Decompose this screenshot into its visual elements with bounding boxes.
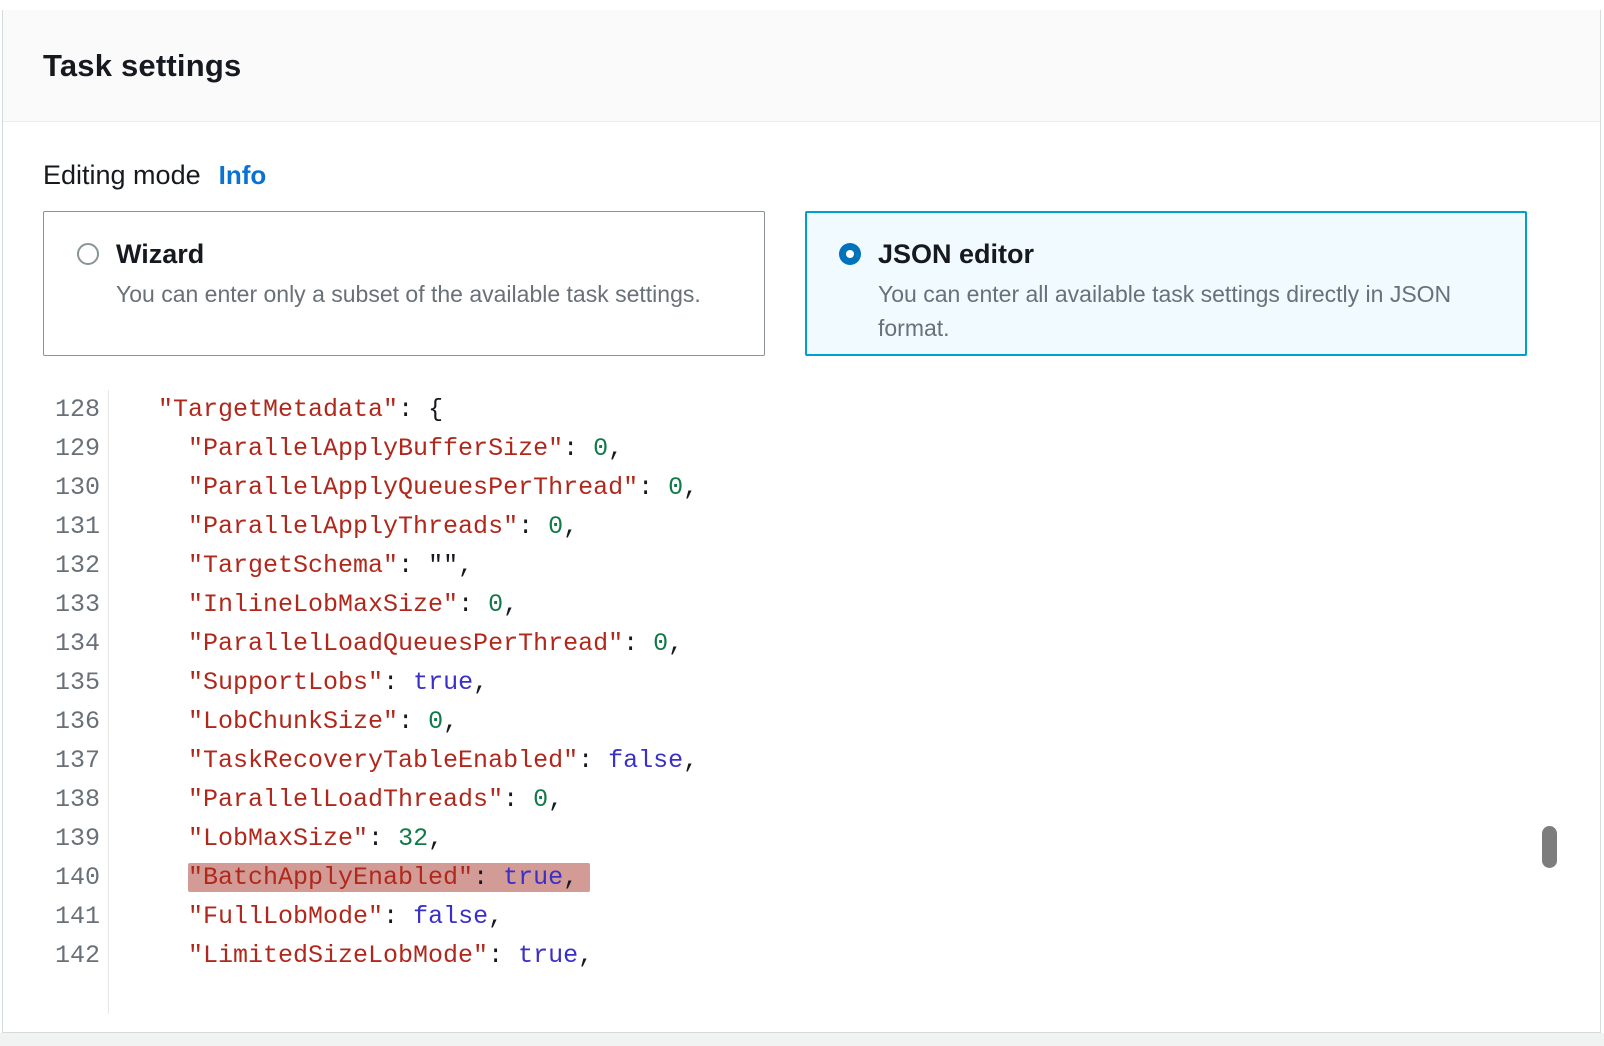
line-number: 141 <box>43 897 109 936</box>
code-line-content[interactable]: "LobChunkSize": 0, <box>109 702 458 741</box>
highlighted-code: "BatchApplyEnabled": true, <box>188 863 590 892</box>
info-link[interactable]: Info <box>219 160 267 191</box>
code-line-content[interactable]: "ParallelLoadThreads": 0, <box>109 780 563 819</box>
code-line-content[interactable]: "SupportLobs": true, <box>109 663 488 702</box>
code-line-content[interactable]: "TaskRecoveryTableEnabled": false, <box>109 741 698 780</box>
code-line-content[interactable]: "InlineLobMaxSize": 0, <box>109 585 518 624</box>
code-line-content[interactable]: "ParallelLoadQueuesPerThread": 0, <box>109 624 683 663</box>
page-title: Task settings <box>43 48 241 84</box>
code-line[interactable] <box>43 975 1560 1014</box>
task-settings-panel: Task settings Editing mode Info Wizard Y… <box>2 10 1601 1033</box>
code-line[interactable]: 139 "LobMaxSize": 32, <box>43 819 1560 858</box>
code-line-content[interactable]: "FullLobMode": false, <box>109 897 503 936</box>
code-line-content[interactable] <box>109 975 128 1014</box>
code-line-content[interactable]: "ParallelApplyThreads": 0, <box>109 507 578 546</box>
code-line-content[interactable]: "TargetMetadata": { <box>109 390 443 429</box>
code-line[interactable]: 142 "LimitedSizeLobMode": true, <box>43 936 1560 975</box>
code-line-content[interactable]: "ParallelApplyQueuesPerThread": 0, <box>109 468 698 507</box>
editing-mode-row: Editing mode Info <box>43 160 1560 191</box>
tile-json-editor-description: You can enter all available task setting… <box>878 277 1498 345</box>
panel-header: Task settings <box>3 10 1600 122</box>
line-number <box>43 975 109 1014</box>
line-number: 128 <box>43 390 109 429</box>
tile-wizard-label: Wizard <box>116 238 701 270</box>
code-line[interactable]: 133 "InlineLobMaxSize": 0, <box>43 585 1560 624</box>
code-line[interactable]: 141 "FullLobMode": false, <box>43 897 1560 936</box>
panel-body: Editing mode Info Wizard You can enter o… <box>3 160 1600 1014</box>
line-number: 133 <box>43 585 109 624</box>
tile-wizard[interactable]: Wizard You can enter only a subset of th… <box>43 211 765 356</box>
tile-wizard-description: You can enter only a subset of the avail… <box>116 277 701 311</box>
code-line[interactable]: 130 "ParallelApplyQueuesPerThread": 0, <box>43 468 1560 507</box>
code-line[interactable]: 137 "TaskRecoveryTableEnabled": false, <box>43 741 1560 780</box>
code-line[interactable]: 135 "SupportLobs": true, <box>43 663 1560 702</box>
editing-mode-tiles: Wizard You can enter only a subset of th… <box>43 211 1560 356</box>
line-number: 138 <box>43 780 109 819</box>
code-line-content[interactable]: "LobMaxSize": 32, <box>109 819 443 858</box>
scrollbar-thumb[interactable] <box>1542 826 1557 868</box>
code-line[interactable]: 129 "ParallelApplyBufferSize": 0, <box>43 429 1560 468</box>
radio-wizard-unselected[interactable] <box>77 243 99 265</box>
json-code-editor[interactable]: 128 "TargetMetadata": {129 "ParallelAppl… <box>43 390 1560 1014</box>
tile-wizard-text: Wizard You can enter only a subset of th… <box>116 238 701 311</box>
line-number: 135 <box>43 663 109 702</box>
line-number: 129 <box>43 429 109 468</box>
code-line-content[interactable]: "TargetSchema": "", <box>109 546 473 585</box>
code-line[interactable]: 140 "BatchApplyEnabled": true, <box>43 858 1560 897</box>
code-line[interactable]: 136 "LobChunkSize": 0, <box>43 702 1560 741</box>
line-number: 132 <box>43 546 109 585</box>
code-line[interactable]: 128 "TargetMetadata": { <box>43 390 1560 429</box>
code-line-content[interactable]: "BatchApplyEnabled": true, <box>109 858 590 897</box>
code-line[interactable]: 134 "ParallelLoadQueuesPerThread": 0, <box>43 624 1560 663</box>
radio-json-editor-selected[interactable] <box>839 243 861 265</box>
tile-json-editor-label: JSON editor <box>878 238 1498 270</box>
radio-dot <box>846 250 854 258</box>
line-number: 134 <box>43 624 109 663</box>
code-line-content[interactable]: "LimitedSizeLobMode": true, <box>109 936 593 975</box>
tile-json-editor-text: JSON editor You can enter all available … <box>878 238 1498 345</box>
code-line[interactable]: 132 "TargetSchema": "", <box>43 546 1560 585</box>
line-number: 131 <box>43 507 109 546</box>
code-line[interactable]: 131 "ParallelApplyThreads": 0, <box>43 507 1560 546</box>
line-number: 142 <box>43 936 109 975</box>
editing-mode-label: Editing mode <box>43 160 201 191</box>
code-line[interactable]: 138 "ParallelLoadThreads": 0, <box>43 780 1560 819</box>
code-line-content[interactable]: "ParallelApplyBufferSize": 0, <box>109 429 623 468</box>
tile-json-editor[interactable]: JSON editor You can enter all available … <box>805 211 1527 356</box>
line-number: 140 <box>43 858 109 897</box>
line-number: 130 <box>43 468 109 507</box>
line-number: 139 <box>43 819 109 858</box>
line-number: 137 <box>43 741 109 780</box>
line-number: 136 <box>43 702 109 741</box>
page-bottom-strip <box>0 1033 1604 1046</box>
